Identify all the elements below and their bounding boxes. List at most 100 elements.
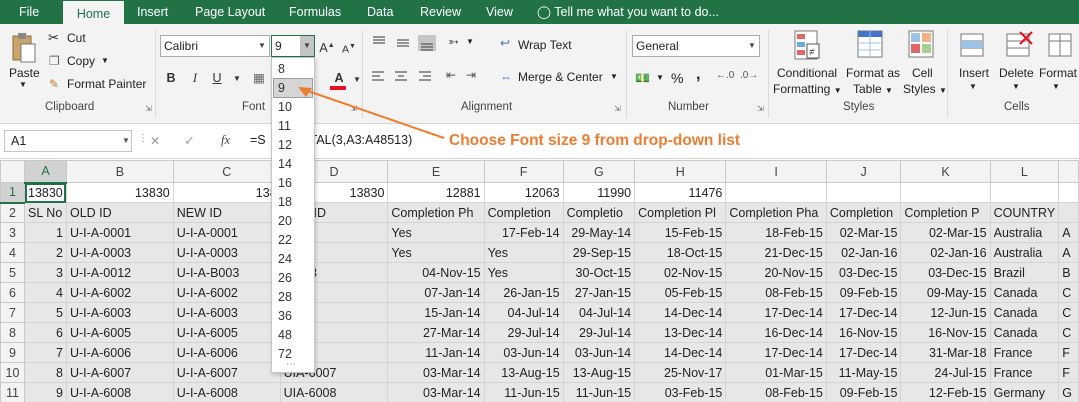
format-dropdown-icon[interactable]: ▼ — [1052, 82, 1060, 91]
cell[interactable]: C — [1058, 302, 1079, 323]
underline-button[interactable]: U — [208, 69, 226, 87]
cell[interactable]: 27-Mar-14 — [387, 322, 485, 343]
cell[interactable]: 02-Mar-15 — [825, 222, 902, 243]
cell[interactable]: 30-Oct-15 — [562, 262, 636, 283]
cell[interactable]: 02-Nov-15 — [634, 262, 727, 283]
column-header[interactable]: C — [172, 160, 281, 183]
cell[interactable]: SL No — [24, 202, 67, 223]
cell[interactable]: 17-Feb-14 — [483, 222, 564, 243]
cell[interactable]: Completion Pl — [634, 202, 727, 223]
font-size-option[interactable]: 36 — [274, 307, 312, 325]
format-as-table-line2[interactable]: Table ▼ — [853, 82, 893, 96]
merge-dropdown-icon[interactable]: ▼ — [610, 72, 618, 81]
column-header[interactable]: K — [900, 160, 991, 183]
delete-dropdown-icon[interactable]: ▼ — [1012, 82, 1020, 91]
decrease-indent-icon[interactable]: ⇤ — [446, 68, 456, 82]
row-header[interactable]: 7 — [0, 302, 25, 323]
cell[interactable]: Australia — [989, 242, 1060, 263]
cell[interactable]: 17-Dec-14 — [825, 342, 902, 363]
cell[interactable]: 08-Feb-15 — [725, 282, 827, 303]
cell[interactable]: Yes — [387, 222, 485, 243]
delete-button[interactable]: Delete — [999, 66, 1034, 80]
font-size-dropdown-icon[interactable]: ▼ — [300, 36, 314, 56]
cell[interactable]: U-I-A-6007 — [65, 362, 174, 383]
bold-button[interactable]: B — [162, 69, 180, 87]
cell[interactable]: 05-Feb-15 — [634, 282, 727, 303]
column-header[interactable]: E — [387, 160, 485, 183]
cell[interactable]: U-I-A-6007 — [172, 362, 281, 383]
cell[interactable]: U-I-A-6003 — [172, 302, 281, 323]
row-header[interactable]: 4 — [0, 242, 25, 263]
font-size-dropdown-list[interactable]: ⋯ 8 9 10 11 12 14 16 18 20 22 24 26 28 36 48 72 — [271, 57, 315, 373]
cell[interactable]: 03-Mar-14 — [387, 382, 485, 402]
increase-font-size-button[interactable]: A▲ — [318, 37, 336, 55]
cell[interactable]: Completion — [825, 202, 902, 223]
merge-center-button[interactable]: Merge & Center — [518, 70, 603, 84]
row-header[interactable]: 11 — [0, 382, 25, 402]
cell[interactable]: U-I-A-6005 — [65, 322, 174, 343]
cell[interactable]: 138 — [172, 182, 281, 203]
font-size-option[interactable]: 14 — [274, 155, 312, 173]
cell[interactable]: 03-Feb-15 — [634, 382, 727, 402]
percent-style-button[interactable]: % — [671, 70, 683, 86]
cell[interactable]: Completio — [562, 202, 636, 223]
cell[interactable]: 11476 — [634, 182, 727, 203]
cell[interactable]: U-I-A-6008 — [172, 382, 281, 402]
tab-view[interactable]: View — [486, 0, 513, 24]
cell[interactable]: 29-May-14 — [562, 222, 636, 243]
format-painter-button[interactable]: Format Painter — [67, 77, 146, 91]
currency-dropdown-icon[interactable]: ▼ — [656, 73, 664, 82]
cell[interactable]: Yes — [387, 242, 485, 263]
cell[interactable]: 07-Jan-14 — [387, 282, 485, 303]
cell[interactable]: A — [1058, 222, 1079, 243]
insert-dropdown-icon[interactable]: ▼ — [969, 82, 977, 91]
cell[interactable]: Yes — [483, 242, 564, 263]
cell[interactable]: 15-Feb-15 — [634, 222, 727, 243]
cell[interactable]: U-I-A-6006 — [65, 342, 174, 363]
column-header[interactable]: A — [24, 160, 67, 184]
cell[interactable]: U-I-A-6002 — [172, 282, 281, 303]
copy-dropdown-icon[interactable]: ▼ — [101, 56, 109, 65]
row-header[interactable]: 9 — [0, 342, 25, 363]
name-box-dropdown-icon[interactable]: ▼ — [122, 136, 130, 145]
cell[interactable]: 09-Feb-15 — [825, 282, 902, 303]
cell[interactable]: 18-Oct-15 — [634, 242, 727, 263]
cell[interactable]: 13830 — [65, 182, 174, 203]
cut-button[interactable]: Cut — [67, 31, 86, 45]
cell[interactable]: Australia — [989, 222, 1060, 243]
cell[interactable]: Completion P — [900, 202, 991, 223]
cell[interactable]: 3 — [24, 262, 67, 283]
underline-dropdown-icon[interactable]: ▼ — [228, 70, 246, 88]
font-name-dropdown-icon[interactable]: ▼ — [255, 36, 269, 56]
cell[interactable]: 26-Jan-15 — [483, 282, 564, 303]
font-size-combo[interactable]: 9 ▼ — [271, 35, 315, 57]
cell[interactable]: 13-Aug-15 — [562, 362, 636, 383]
tell-me-box[interactable]: ◯ Tell me what you want to do... — [537, 0, 719, 24]
cell[interactable] — [825, 182, 902, 203]
cell[interactable]: 12063 — [483, 182, 564, 203]
column-header[interactable]: L — [989, 160, 1060, 183]
cell[interactable]: 25-Nov-17 — [634, 362, 727, 383]
column-header[interactable]: G — [562, 160, 636, 183]
cell[interactable]: U-I-A-B003 — [172, 262, 281, 283]
column-header[interactable]: I — [725, 160, 827, 183]
cell[interactable]: 17-Dec-14 — [725, 302, 827, 323]
currency-icon[interactable]: 💵 — [635, 71, 650, 85]
cell[interactable]: NEW ID — [172, 202, 281, 223]
copy-button[interactable]: Copy — [67, 54, 95, 68]
cell[interactable]: 04-Jul-14 — [562, 302, 636, 323]
font-size-option[interactable]: 10 — [274, 98, 312, 116]
font-size-option[interactable]: 28 — [274, 288, 312, 306]
cell[interactable]: 11-Jan-14 — [387, 342, 485, 363]
cell[interactable]: France — [989, 342, 1060, 363]
tab-data[interactable]: Data — [367, 0, 393, 24]
cell[interactable]: 11-Jun-15 — [562, 382, 636, 402]
cell[interactable]: U-I-A-6005 — [172, 322, 281, 343]
enter-icon[interactable]: ✓ — [184, 133, 195, 149]
column-header[interactable] — [1058, 160, 1079, 183]
cell[interactable]: Germany — [989, 382, 1060, 402]
cell[interactable]: 1 — [24, 222, 67, 243]
cell[interactable] — [725, 182, 827, 203]
cell[interactable] — [1058, 182, 1079, 203]
italic-button[interactable]: I — [186, 69, 204, 87]
